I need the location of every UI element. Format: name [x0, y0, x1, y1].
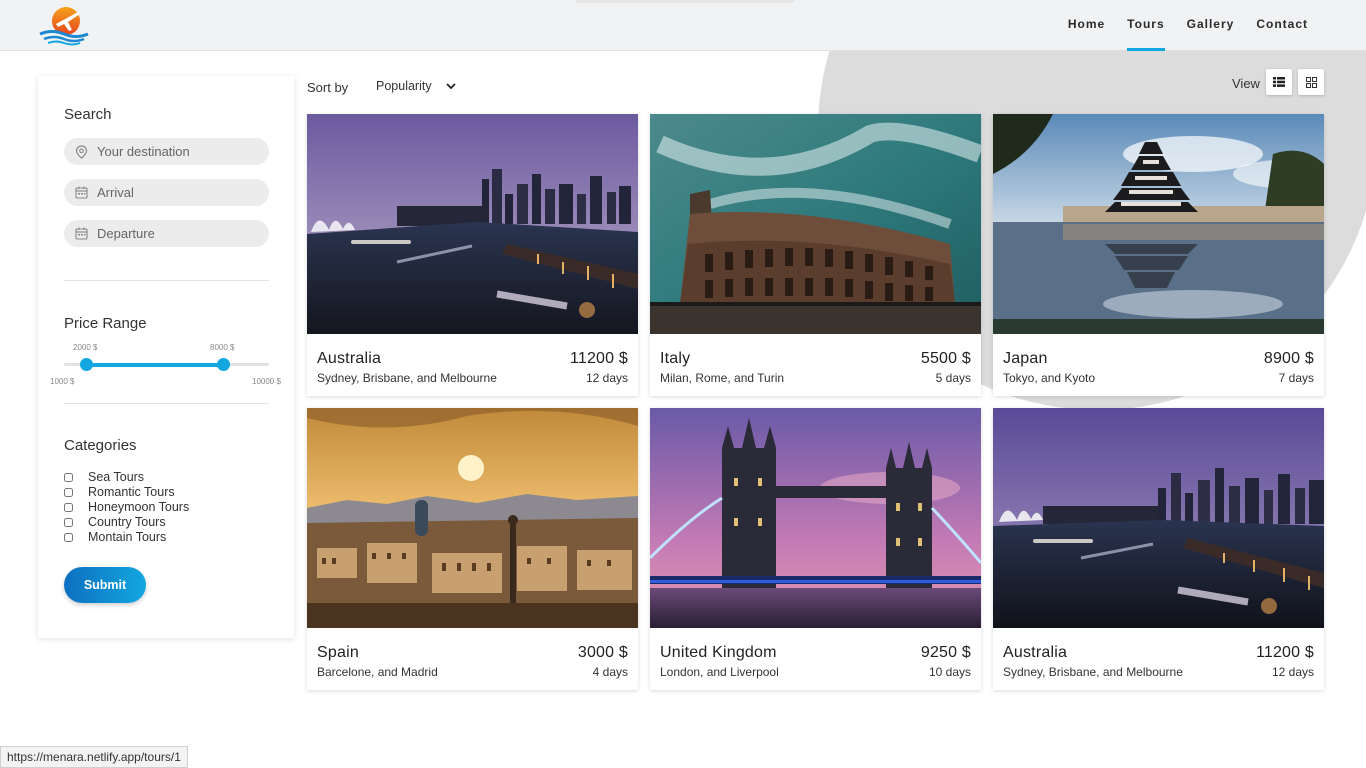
tour-price: 3000 $	[577, 644, 628, 661]
logo[interactable]	[38, 4, 90, 46]
destination-field[interactable]	[64, 138, 269, 165]
tour-price: 11200 $	[569, 350, 628, 367]
tour-country: Japan	[1003, 350, 1048, 367]
calendar-icon	[75, 186, 88, 199]
tour-image-sydney	[993, 408, 1324, 628]
tour-image-japanese-castle	[993, 114, 1324, 334]
tour-country: Spain	[317, 644, 359, 661]
tour-cities: Tokyo, and Kyoto	[1003, 371, 1096, 385]
sort-value: Popularity	[376, 79, 432, 93]
list-view-button[interactable]	[1266, 69, 1292, 95]
price-slider-min-thumb[interactable]	[80, 358, 93, 371]
tour-image-colosseum	[650, 114, 981, 334]
divider	[64, 403, 269, 404]
sort-label: Sort by	[307, 80, 349, 95]
header-shadow-tab	[575, 0, 795, 3]
category-label: Sea Tours	[88, 470, 145, 484]
arrival-input[interactable]	[97, 185, 257, 200]
price-min-label: 1000 $	[50, 377, 75, 386]
category-label: Montain Tours	[88, 530, 167, 544]
tour-cities: London, and Liverpool	[660, 665, 779, 679]
nav-home[interactable]: Home	[1057, 0, 1116, 51]
tour-price: 5500 $	[920, 350, 971, 367]
sort-select[interactable]: Popularity	[376, 79, 456, 93]
category-checkbox[interactable]	[64, 517, 73, 527]
tour-duration: 12 days	[585, 371, 628, 385]
tour-duration: 5 days	[935, 371, 971, 385]
departure-field[interactable]	[64, 220, 269, 247]
category-country-tours[interactable]: Country Tours	[64, 515, 166, 529]
main-nav: Home Tours Gallery Contact	[1057, 0, 1319, 51]
category-checkbox[interactable]	[64, 472, 73, 482]
submit-button[interactable]: Submit	[64, 567, 146, 603]
tour-country: United Kingdom	[660, 644, 777, 661]
chevron-down-icon	[445, 82, 456, 89]
tour-card-united-kingdom[interactable]: United Kingdom 9250 $ London, and Liverp…	[650, 408, 981, 690]
tour-card-italy[interactable]: Italy 5500 $ Milan, Rome, and Turin 5 da…	[650, 114, 981, 396]
tour-country: Australia	[1003, 644, 1068, 661]
category-checkbox[interactable]	[64, 487, 73, 497]
divider	[64, 280, 269, 281]
categories-title: Categories	[64, 437, 137, 454]
tour-cities: Milan, Rome, and Turin	[660, 371, 785, 385]
tour-image-barcelona	[307, 408, 638, 628]
category-checkbox[interactable]	[64, 502, 73, 512]
category-label: Country Tours	[88, 515, 166, 529]
tour-duration: 4 days	[592, 665, 628, 679]
tour-cities: Sydney, Brisbane, and Melbourne	[317, 371, 497, 385]
destination-input[interactable]	[97, 144, 257, 159]
logo-sun-plane-icon	[39, 7, 89, 46]
tour-image-tower-bridge	[650, 408, 981, 628]
nav-tours[interactable]: Tours	[1116, 0, 1175, 51]
arrival-field[interactable]	[64, 179, 269, 206]
tour-country: Italy	[660, 350, 691, 367]
list-view-icon	[1273, 77, 1285, 87]
tour-card-japan[interactable]: Japan 8900 $ Tokyo, and Kyoto 7 days	[993, 114, 1324, 396]
category-romantic-tours[interactable]: Romantic Tours	[64, 485, 175, 499]
location-pin-icon	[75, 144, 88, 159]
price-low-value: 2000 $	[73, 343, 98, 352]
price-high-value: 8000 $	[210, 343, 235, 352]
tour-card-australia[interactable]: Australia 11200 $ Sydney, Brisbane, and …	[307, 114, 638, 396]
tour-price: 11200 $	[1255, 644, 1314, 661]
filter-sidebar: Search Price Range 2000 $ 8000 $	[38, 76, 294, 638]
price-max-label: 10000 $	[252, 377, 281, 386]
grid-view-button[interactable]	[1298, 69, 1324, 95]
tour-price: 8900 $	[1263, 350, 1314, 367]
grid-view-icon	[1305, 76, 1317, 88]
nav-contact[interactable]: Contact	[1245, 0, 1319, 51]
browser-status-url: https://menara.netlify.app/tours/1	[0, 746, 188, 768]
tour-card-australia-2[interactable]: Australia 11200 $ Sydney, Brisbane, and …	[993, 408, 1324, 690]
category-mountain-tours[interactable]: Montain Tours	[64, 530, 166, 544]
search-title: Search	[64, 106, 112, 123]
tour-duration: 10 days	[928, 665, 971, 679]
price-slider-fill	[86, 363, 224, 367]
departure-input[interactable]	[97, 226, 257, 241]
price-range-title: Price Range	[64, 315, 147, 332]
category-honeymoon-tours[interactable]: Honeymoon Tours	[64, 500, 189, 514]
category-checkbox[interactable]	[64, 532, 73, 542]
nav-gallery[interactable]: Gallery	[1176, 0, 1246, 51]
tour-price: 9250 $	[920, 644, 971, 661]
view-label: View	[1232, 76, 1260, 91]
top-navbar: Home Tours Gallery Contact	[0, 0, 1366, 51]
tour-card-spain[interactable]: Spain 3000 $ Barcelone, and Madrid 4 day…	[307, 408, 638, 690]
tour-duration: 12 days	[1271, 665, 1314, 679]
category-sea-tours[interactable]: Sea Tours	[64, 470, 144, 484]
tour-duration: 7 days	[1278, 371, 1314, 385]
category-label: Romantic Tours	[88, 485, 175, 499]
tour-cities: Sydney, Brisbane, and Melbourne	[1003, 665, 1183, 679]
tour-country: Australia	[317, 350, 382, 367]
tour-image-sydney	[307, 114, 638, 334]
category-label: Honeymoon Tours	[88, 500, 190, 514]
calendar-icon	[75, 227, 88, 240]
tour-cities: Barcelone, and Madrid	[317, 665, 438, 679]
price-slider-max-thumb[interactable]	[217, 358, 230, 371]
